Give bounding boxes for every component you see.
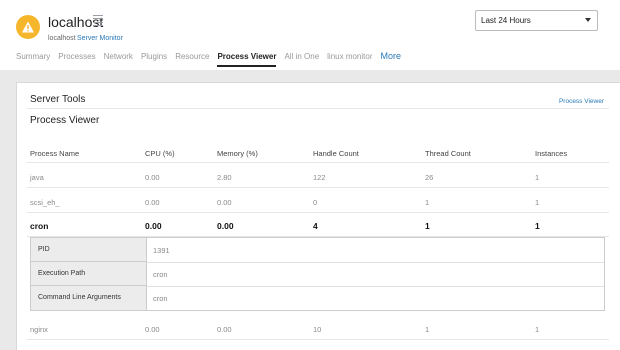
row-divider [27, 339, 609, 340]
detail-value-command-line: cron [153, 294, 168, 303]
tab-resource[interactable]: Resource [175, 49, 209, 67]
cell-cpu: 0.00 [145, 173, 160, 182]
cell-memory: 0.00 [217, 221, 234, 231]
cell-instances: 1 [535, 198, 540, 207]
hamburger-menu-icon[interactable] [93, 15, 103, 26]
divider [27, 108, 609, 109]
cell-thread-count: 1 [425, 325, 430, 334]
cell-handle-count: 4 [313, 221, 318, 231]
tab-plugins[interactable]: Plugins [141, 49, 167, 67]
tab-network[interactable]: Network [104, 49, 133, 67]
cell-cpu: 0.00 [145, 221, 162, 231]
detail-label-pid: PID [31, 238, 147, 262]
section-title: Process Viewer [30, 115, 100, 126]
time-range-value: Last 24 Hours [481, 16, 531, 25]
cell-memory: 0.00 [217, 325, 232, 334]
cell-process-name: java [30, 173, 44, 182]
cell-handle-count: 0 [313, 198, 318, 207]
detail-label-execution-path: Execution Path [31, 262, 147, 286]
row-divider [27, 187, 609, 188]
cell-cpu: 0.00 [145, 325, 160, 334]
cell-instances: 1 [535, 173, 540, 182]
cell-handle-count: 122 [313, 173, 326, 182]
column-header-cpu[interactable]: CPU (%) [145, 149, 175, 158]
divider [147, 286, 604, 287]
host-subtitle: localhost [48, 35, 76, 42]
column-header-thread-count[interactable]: Thread Count [425, 149, 471, 158]
row-divider [27, 162, 609, 163]
detail-label-command-line: Command Line Arguments [31, 286, 147, 310]
cell-instances: 1 [535, 221, 540, 231]
cell-thread-count: 26 [425, 173, 434, 182]
cell-memory: 0.00 [217, 198, 232, 207]
tab-all-in-one[interactable]: All in One [284, 49, 319, 67]
row-divider [27, 212, 609, 213]
cell-cpu: 0.00 [145, 198, 160, 207]
cell-instances: 1 [535, 325, 540, 334]
tab-linux-monitor[interactable]: linux monitor [327, 49, 372, 67]
server-tools-panel: Server Tools Process Viewer Process View… [16, 82, 620, 350]
column-header-handle-count[interactable]: Handle Count [313, 149, 359, 158]
cell-thread-count: 1 [425, 221, 430, 231]
warning-icon[interactable] [16, 15, 40, 39]
column-header-process-name[interactable]: Process Name [30, 149, 79, 158]
server-monitor-link[interactable]: Server Monitor [77, 35, 123, 42]
panel-title: Server Tools [30, 94, 86, 105]
cell-handle-count: 10 [313, 325, 322, 334]
tab-processes[interactable]: Processes [58, 49, 95, 67]
cell-process-name: scsi_eh_ [30, 198, 60, 207]
process-detail: PID 1391 Execution Path cron Command Lin… [30, 237, 605, 311]
process-viewer-link[interactable]: Process Viewer [559, 98, 604, 105]
tab-summary[interactable]: Summary [16, 49, 50, 67]
cell-process-name: nginx [30, 325, 48, 334]
divider [147, 262, 604, 263]
cell-thread-count: 1 [425, 198, 430, 207]
cell-process-name: cron [30, 221, 49, 231]
detail-value-execution-path: cron [153, 270, 168, 279]
tab-more[interactable]: More [381, 49, 402, 67]
header: localhost localhost Server Monitor Last … [0, 0, 620, 70]
content-area: Server Tools Process Viewer Process View… [0, 70, 620, 350]
cell-memory: 2.80 [217, 173, 232, 182]
detail-value-pid: 1391 [153, 246, 170, 255]
chevron-down-icon [585, 18, 591, 22]
time-range-select[interactable]: Last 24 Hours [475, 10, 598, 31]
tab-bar: Summary Processes Network Plugins Resour… [16, 49, 409, 67]
column-header-instances[interactable]: Instances [535, 149, 567, 158]
tab-process-viewer[interactable]: Process Viewer [217, 49, 277, 67]
column-header-memory[interactable]: Memory (%) [217, 149, 258, 158]
